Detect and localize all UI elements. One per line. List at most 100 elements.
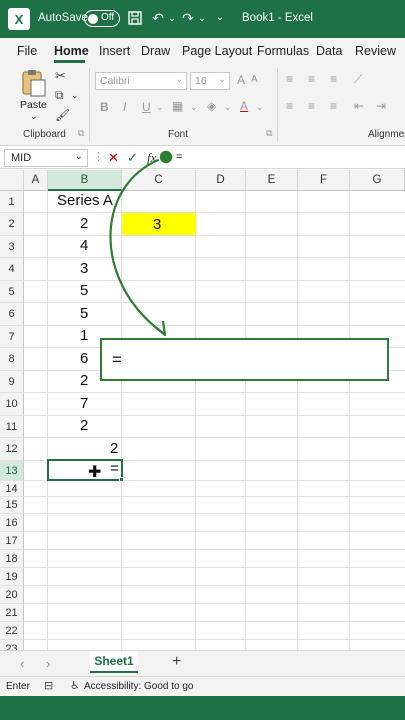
row-header[interactable]: 15: [0, 497, 24, 514]
copy-icon[interactable]: ⧉: [55, 88, 64, 103]
font-color-icon[interactable]: A: [240, 99, 248, 113]
row-header[interactable]: 13: [0, 461, 24, 481]
cell-b9-value[interactable]: 2: [80, 372, 88, 389]
bottom-align-icon[interactable]: ≡: [330, 72, 337, 86]
add-sheet-button[interactable]: +: [172, 653, 181, 671]
column-header-d[interactable]: D: [196, 170, 246, 191]
tab-file[interactable]: File: [17, 44, 37, 58]
row-header[interactable]: 18: [0, 550, 24, 568]
row-header[interactable]: 22: [0, 622, 24, 640]
autosave-toggle[interactable]: Off: [84, 10, 120, 27]
bold-icon[interactable]: B: [100, 100, 109, 114]
column-header-f[interactable]: F: [298, 170, 350, 191]
cut-icon[interactable]: ✂: [55, 68, 66, 84]
cell-b2-value[interactable]: 2: [80, 215, 88, 232]
cell-b10-value[interactable]: 7: [80, 395, 88, 412]
row-header[interactable]: 16: [0, 514, 24, 532]
select-all-corner[interactable]: [0, 170, 24, 191]
row-header[interactable]: 4: [0, 258, 24, 281]
tab-data[interactable]: Data: [316, 44, 342, 58]
cell-b1-value[interactable]: Series A: [57, 192, 113, 209]
decrease-font-icon[interactable]: A: [251, 74, 258, 85]
align-right-icon[interactable]: ≡: [330, 99, 337, 113]
font-name-select[interactable]: Calibri ⌄: [95, 72, 187, 90]
tab-home[interactable]: Home: [54, 44, 89, 58]
cell-mode-icon[interactable]: ⊟: [44, 679, 53, 692]
underline-dropdown-icon[interactable]: ⌄: [156, 102, 164, 113]
cell-b13-value[interactable]: =: [110, 460, 119, 477]
column-header-b[interactable]: B: [48, 170, 122, 191]
font-color-dropdown-icon[interactable]: ⌄: [256, 102, 264, 113]
cancel-icon[interactable]: ✕: [108, 150, 119, 166]
middle-align-icon[interactable]: ≡: [308, 72, 315, 86]
next-sheet-icon[interactable]: ›: [46, 656, 50, 671]
row-header[interactable]: 3: [0, 236, 24, 258]
cell-b7-value[interactable]: 1: [80, 327, 88, 344]
row-header[interactable]: 5: [0, 281, 24, 303]
clipboard-launcher-icon[interactable]: ⧉: [78, 128, 84, 139]
column-header-e[interactable]: E: [246, 170, 298, 191]
row-header[interactable]: 6: [0, 303, 24, 326]
row-header[interactable]: 17: [0, 532, 24, 550]
top-align-icon[interactable]: ≡: [286, 72, 293, 86]
row-header[interactable]: 1: [0, 191, 24, 213]
font-launcher-icon[interactable]: ⧉: [266, 128, 272, 139]
cell-b3-value[interactable]: 4: [80, 237, 88, 254]
paste-button[interactable]: Paste ⌄: [18, 68, 50, 122]
align-center-icon[interactable]: ≡: [308, 99, 315, 113]
sheet-tab-sheet1[interactable]: Sheet1: [90, 651, 138, 673]
row-header[interactable]: 2: [0, 213, 24, 236]
row-header[interactable]: 11: [0, 416, 24, 438]
tab-insert[interactable]: Insert: [99, 44, 130, 58]
enter-icon[interactable]: ✓: [127, 150, 138, 166]
row-header[interactable]: 7: [0, 326, 24, 348]
accessibility-status[interactable]: Accessibility: Good to go: [84, 681, 194, 692]
tab-review[interactable]: Review: [355, 44, 396, 58]
cell-b8-value[interactable]: 6: [80, 350, 88, 367]
accessibility-icon[interactable]: ♿: [70, 679, 80, 692]
undo-dropdown-icon[interactable]: ⌄: [164, 10, 180, 26]
row-header[interactable]: 23: [0, 640, 24, 650]
column-header-c[interactable]: C: [122, 170, 196, 191]
increase-indent-icon[interactable]: ⇥: [376, 99, 386, 113]
borders-dropdown-icon[interactable]: ⌄: [190, 102, 198, 113]
column-header-a[interactable]: A: [24, 170, 48, 191]
decrease-indent-icon[interactable]: ⇤: [354, 99, 364, 113]
row-header[interactable]: 10: [0, 393, 24, 416]
cell-b11-value[interactable]: 2: [80, 417, 88, 434]
fill-color-dropdown-icon[interactable]: ⌄: [224, 102, 232, 113]
orientation-icon[interactable]: ⟋: [354, 72, 362, 87]
insert-function-icon[interactable]: fx: [147, 150, 156, 166]
formula-input[interactable]: =: [176, 151, 182, 163]
tab-formulas[interactable]: Formulas: [257, 44, 309, 58]
customize-quick-access-icon[interactable]: ⌄: [212, 10, 228, 26]
name-box[interactable]: MID ⌄: [4, 149, 88, 167]
paste-dropdown-icon[interactable]: ⌄: [30, 111, 38, 122]
redo-dropdown-icon[interactable]: ⌄: [194, 10, 210, 26]
copy-dropdown-icon[interactable]: ⌄: [71, 90, 79, 101]
cell-b12-value[interactable]: 2: [110, 440, 118, 457]
row-header[interactable]: 8: [0, 348, 24, 371]
cell-b5-value[interactable]: 5: [80, 282, 88, 299]
column-header-g[interactable]: G: [350, 170, 405, 191]
tab-draw[interactable]: Draw: [141, 44, 170, 58]
underline-icon[interactable]: U: [142, 100, 151, 114]
cell-b6-value[interactable]: 5: [80, 305, 88, 322]
format-painter-icon[interactable]: 🖌: [55, 108, 70, 122]
increase-font-icon[interactable]: A: [237, 73, 245, 87]
row-header[interactable]: 14: [0, 481, 24, 497]
row-header[interactable]: 21: [0, 604, 24, 622]
row-header[interactable]: 19: [0, 568, 24, 586]
italic-icon[interactable]: I: [123, 100, 126, 114]
row-header[interactable]: 9: [0, 371, 24, 393]
row-header[interactable]: 20: [0, 586, 24, 604]
tab-page-layout[interactable]: Page Layout: [182, 44, 252, 58]
previous-sheet-icon[interactable]: ‹: [20, 656, 24, 671]
cell-b4-value[interactable]: 3: [80, 260, 88, 277]
borders-icon[interactable]: ▦: [172, 99, 183, 113]
font-size-select[interactable]: 16 ⌄: [190, 72, 230, 90]
fill-color-icon[interactable]: ◈: [207, 99, 216, 113]
name-box-dropdown-icon[interactable]: ⌄: [75, 151, 83, 162]
save-icon[interactable]: [127, 10, 143, 26]
fill-handle[interactable]: [119, 477, 124, 482]
